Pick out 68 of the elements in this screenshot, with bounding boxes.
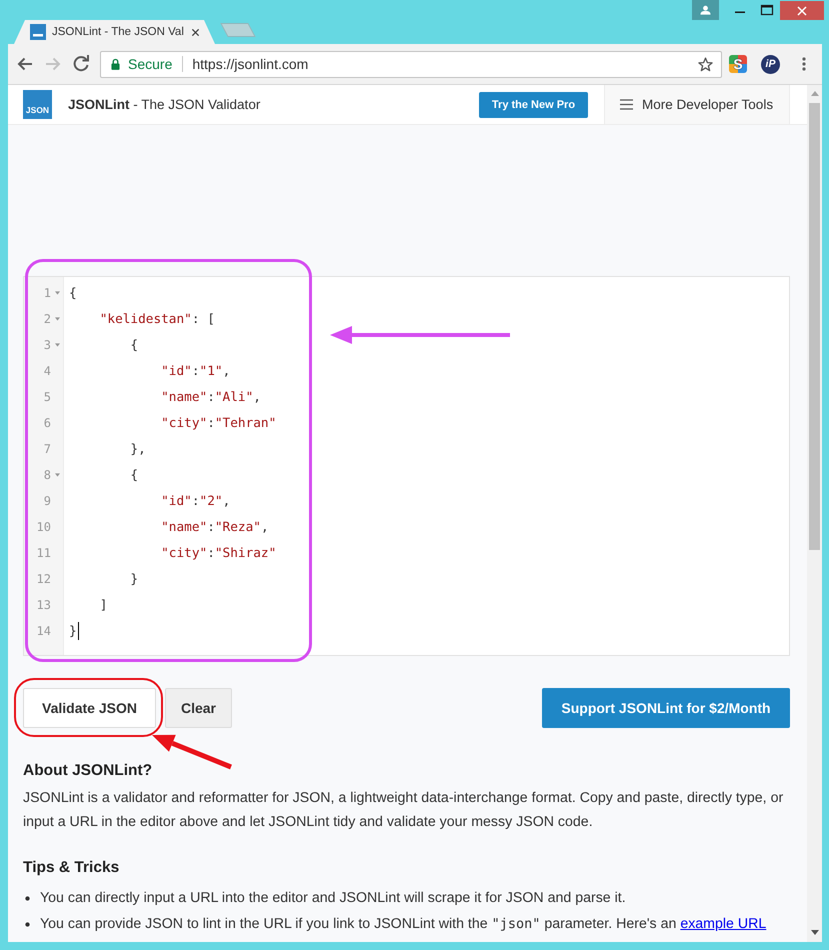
line-number: 5 — [42, 390, 51, 404]
bullet-icon — [25, 896, 30, 900]
code-line: "id":"1", — [160, 364, 230, 378]
line-number: 2 — [42, 312, 51, 326]
tips-heading: Tips & Tricks — [23, 858, 120, 878]
fold-icon[interactable] — [54, 317, 60, 321]
line-number: 14 — [36, 624, 51, 638]
validate-button[interactable]: Validate JSON — [23, 688, 156, 728]
bullet-icon — [25, 922, 30, 926]
more-options-icon[interactable] — [802, 57, 806, 71]
line-number: 12 — [36, 572, 51, 586]
code-line: "name":"Ali", — [160, 390, 261, 404]
line-number: 7 — [42, 442, 51, 456]
close-button[interactable] — [780, 1, 824, 20]
try-pro-button[interactable]: Try the New Pro — [479, 92, 588, 118]
tab-title: JSONLint - The JSON Val — [52, 26, 184, 38]
url-text: https://jsonlint.com — [192, 56, 308, 72]
address-bar[interactable]: Secure https://jsonlint.com — [100, 50, 722, 78]
lock-icon — [111, 58, 120, 70]
close-icon[interactable] — [191, 28, 200, 36]
extension-button[interactable]: iP — [761, 54, 780, 74]
site-title: JSONLint - The JSON Validator — [68, 97, 260, 112]
star-icon[interactable] — [698, 56, 713, 72]
code-line: } — [129, 572, 138, 586]
line-number: 6 — [42, 416, 51, 430]
about-heading: About JSONLint? — [23, 761, 152, 781]
line-number: 4 — [42, 364, 51, 378]
line-number: 13 — [36, 598, 51, 612]
code-line: "id":"2", — [160, 494, 230, 508]
favicon-icon — [30, 24, 46, 40]
line-number: 11 — [36, 546, 51, 560]
code-line: { — [129, 468, 138, 482]
code-line: }, — [129, 442, 146, 456]
clear-button[interactable]: Clear — [165, 688, 232, 728]
line-number: 9 — [42, 494, 51, 508]
about-text: JSONLint is a validator and reformatter for JSON, a lightweight data-interchange format. Copy and paste, directly type, or input a URL in the editor above and let JSONLint tidy and validate your messy JSON code. — [23, 789, 784, 832]
fold-icon[interactable] — [54, 291, 60, 295]
code-line: ] — [98, 598, 108, 612]
scroll-down-icon[interactable] — [810, 930, 818, 935]
tip-text: You can provide JSON to lint in the URL if you link to JSONLint with the "json" parameter. Here's an example URL — [40, 916, 766, 932]
fold-icon[interactable] — [54, 473, 60, 477]
code-editor[interactable]: 1 2 3 4 5 6 7 8 9 10 11 12 13 14 { "kelidestan": [ { "id":"1", "name":"Ali", "city":"Tehran" }, { "id":"2", "name":"Reza", "city":"Shiraz" } ] } — [23, 276, 790, 656]
code-line: } — [69, 624, 77, 638]
example-link[interactable]: example URL — [680, 916, 766, 932]
tip-text: You can directly input a URL into the editor and JSONLint will scrape it for JSON and parse it. — [40, 890, 626, 906]
code-line: "city":"Shiraz" — [160, 546, 276, 560]
line-number: 8 — [42, 468, 51, 482]
menu-icon — [620, 99, 633, 110]
support-button[interactable]: Support JSONLint for $2/Month — [542, 688, 790, 728]
browser-tab[interactable]: JSONLint - The JSON Val — [14, 20, 215, 44]
site-logo[interactable]: JSON — [23, 90, 52, 119]
fold-icon[interactable] — [54, 343, 60, 347]
extension-button[interactable]: S — [729, 55, 747, 73]
line-number: 1 — [42, 286, 51, 300]
security-label: Secure — [128, 56, 172, 72]
code-line: { — [129, 338, 138, 352]
code-line: { — [69, 286, 77, 300]
person-icon — [700, 5, 711, 15]
code-line: "city":"Tehran" — [160, 416, 276, 430]
scroll-up-icon[interactable] — [810, 91, 818, 96]
scrollbar-thumb[interactable] — [809, 103, 820, 550]
line-number: 10 — [36, 520, 51, 534]
close-icon — [797, 6, 807, 16]
code-line: "name":"Reza", — [160, 520, 269, 534]
line-number: 3 — [42, 338, 51, 352]
code-line: "kelidestan": [ — [98, 312, 215, 326]
developer-tools-menu[interactable]: More Developer Tools — [604, 85, 790, 124]
profile-button[interactable] — [692, 0, 719, 20]
